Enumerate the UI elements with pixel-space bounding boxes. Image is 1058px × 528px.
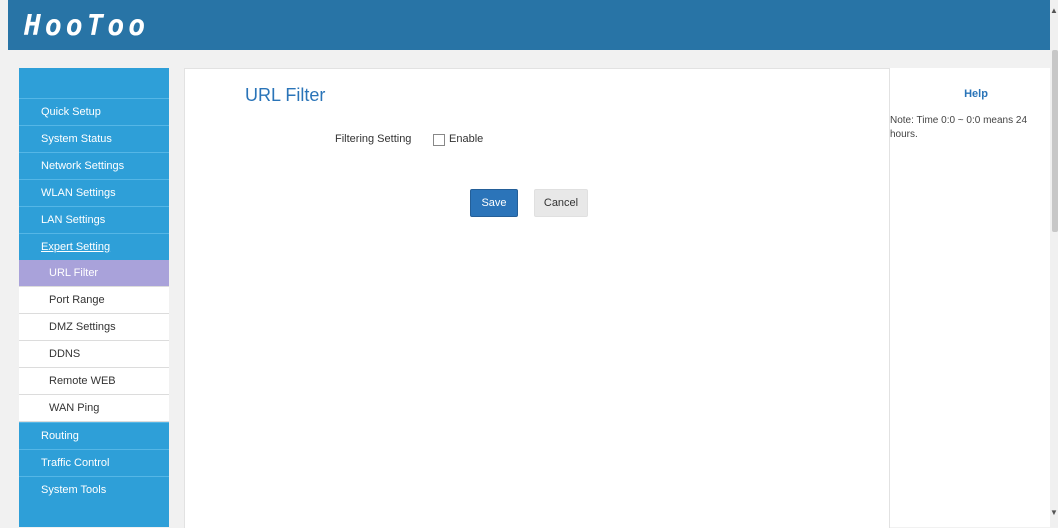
- sidebar-item-routing[interactable]: Routing: [19, 422, 169, 449]
- help-panel: Help Note: Time 0:0 ~ 0:0 means 24 hours…: [889, 68, 1052, 527]
- hootoo-logo: HooToo: [24, 9, 150, 42]
- sidebar: Quick Setup System Status Network Settin…: [19, 68, 169, 527]
- main-content: URL Filter Filtering Setting Enable Save…: [184, 68, 890, 528]
- cancel-button[interactable]: Cancel: [534, 189, 588, 217]
- enable-checkbox[interactable]: [433, 134, 445, 146]
- sidebar-subitem-wan-ping[interactable]: WAN Ping: [19, 395, 169, 422]
- sidebar-subitem-url-filter[interactable]: URL Filter: [19, 260, 169, 287]
- enable-label[interactable]: Enable: [449, 133, 483, 145]
- top-banner: HooToo: [8, 0, 1050, 50]
- sidebar-item-lan-settings[interactable]: LAN Settings: [19, 206, 169, 233]
- sidebar-item-traffic-control[interactable]: Traffic Control: [19, 449, 169, 476]
- save-button[interactable]: Save: [470, 189, 518, 217]
- sidebar-item-quick-setup[interactable]: Quick Setup: [19, 98, 169, 125]
- sidebar-item-wlan-settings[interactable]: WLAN Settings: [19, 179, 169, 206]
- sidebar-item-system-status[interactable]: System Status: [19, 125, 169, 152]
- filtering-setting-label: Filtering Setting: [335, 133, 412, 145]
- sidebar-subitem-port-range[interactable]: Port Range: [19, 287, 169, 314]
- sidebar-subitem-remote-web[interactable]: Remote WEB: [19, 368, 169, 395]
- sidebar-subitem-dmz-settings[interactable]: DMZ Settings: [19, 314, 169, 341]
- scroll-down-arrow-icon[interactable]: ▼: [1050, 508, 1058, 517]
- sidebar-item-expert-setting[interactable]: Expert Setting: [19, 233, 169, 260]
- help-note: Note: Time 0:0 ~ 0:0 means 24 hours.: [890, 115, 1028, 140]
- page-title: URL Filter: [245, 85, 326, 105]
- vertical-scrollbar[interactable]: ▲ ▼: [1050, 0, 1058, 527]
- sidebar-item-system-tools[interactable]: System Tools: [19, 476, 169, 503]
- help-title: Help: [964, 88, 988, 100]
- sidebar-subitem-ddns[interactable]: DDNS: [19, 341, 169, 368]
- sidebar-item-network-settings[interactable]: Network Settings: [19, 152, 169, 179]
- scroll-up-arrow-icon[interactable]: ▲: [1050, 6, 1058, 15]
- scrollbar-thumb[interactable]: [1052, 50, 1058, 232]
